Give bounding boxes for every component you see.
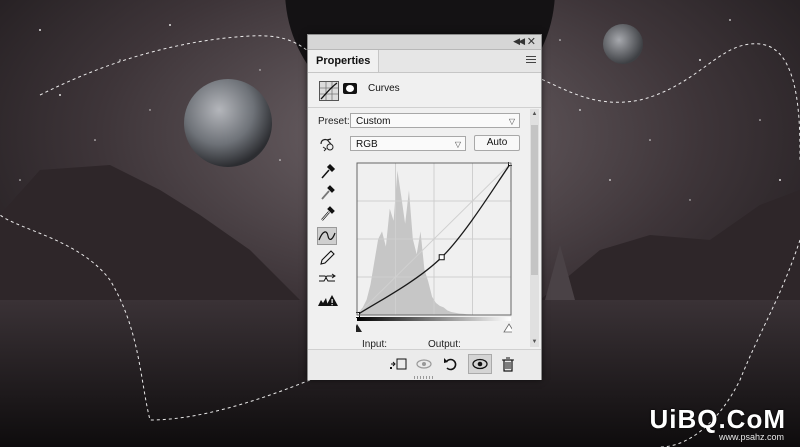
layer-mask-icon[interactable] [343, 83, 357, 94]
curve-control-point[interactable] [438, 254, 445, 261]
watermark-url: www.psahz.com [718, 432, 784, 442]
view-previous-icon[interactable] [415, 356, 433, 372]
chevron-down-icon: ▽ [508, 117, 515, 126]
channel-dropdown[interactable]: RGB ▽ [350, 136, 466, 151]
preset-label: Preset: [318, 116, 350, 127]
channel-value: RGB [356, 139, 378, 150]
scrollbar-thumb[interactable] [531, 125, 538, 275]
collapse-icon[interactable]: ◀◀ [513, 36, 525, 47]
eyedropper-white-icon[interactable] [317, 204, 337, 222]
eyedropper-black-icon[interactable] [317, 162, 337, 180]
tab-properties[interactable]: Properties [308, 50, 380, 72]
on-image-adjust-icon[interactable] [317, 135, 337, 153]
preset-value: Custom [356, 116, 391, 127]
properties-panel: ◀◀ ✕ Properties Curves Preset: Custom ▽ … [307, 34, 542, 380]
panel-menu-icon[interactable] [526, 56, 536, 64]
curves-graph[interactable] [356, 162, 512, 334]
visibility-icon[interactable] [468, 354, 492, 374]
resize-grip[interactable] [414, 376, 434, 379]
panel-tab-row: Properties [308, 50, 541, 73]
adjustment-header: Curves [308, 73, 541, 108]
watermark-logo: UiBQ.CoM [649, 404, 786, 434]
moon-right [603, 24, 643, 64]
adjustment-title: Curves [368, 83, 400, 94]
scroll-up-icon[interactable]: ▲ [530, 111, 539, 117]
curves-adjustment-icon[interactable] [319, 81, 339, 101]
clipping-warning-icon[interactable] [317, 292, 338, 310]
close-icon[interactable]: ✕ [527, 35, 536, 48]
panel-bottom-toolbar [308, 349, 541, 380]
chevron-down-icon: ▽ [454, 140, 461, 149]
reset-icon[interactable] [442, 356, 460, 372]
scroll-down-icon[interactable]: ▼ [530, 339, 539, 345]
delete-icon[interactable] [499, 356, 517, 372]
clip-to-layer-icon[interactable] [389, 356, 407, 372]
preset-dropdown[interactable]: Custom ▽ [350, 113, 520, 128]
auto-button[interactable]: Auto [474, 135, 520, 151]
panel-scrollbar[interactable]: ▲ ▼ [530, 109, 539, 347]
curve-point-icon[interactable] [317, 227, 337, 245]
panel-titlebar[interactable]: ◀◀ ✕ [308, 35, 541, 50]
pencil-icon[interactable] [317, 249, 337, 267]
input-gradient-bar [357, 317, 511, 321]
smooth-icon[interactable] [317, 270, 337, 288]
moon-left [184, 79, 272, 167]
eyedropper-gray-icon[interactable] [317, 183, 337, 201]
